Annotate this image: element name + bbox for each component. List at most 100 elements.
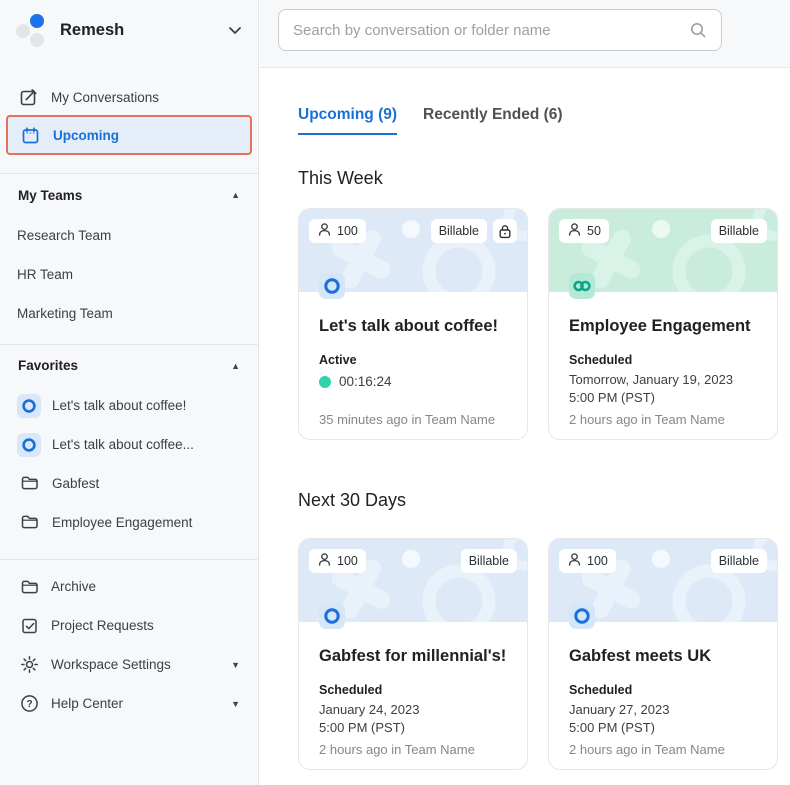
my-teams-section-header[interactable]: My Teams ▲ [0, 174, 258, 216]
schedule-date-line: 5:00 PM (PST) [569, 720, 655, 735]
card-banner: 100 Billable [299, 539, 527, 629]
card-footer: 2 hours ago in Team Name [319, 742, 475, 757]
person-icon [567, 552, 582, 570]
favorites-title: Favorites [18, 358, 79, 373]
remesh-logo-icon [14, 11, 52, 49]
conversation-sections: This Week 100 Billable Let's talk about cof… [298, 168, 778, 770]
schedule-dates: January 24, 2023 5:00 PM (PST) [319, 701, 507, 737]
sidebar-item-archive[interactable]: Archive [0, 567, 258, 606]
sidebar-item-label: Upcoming [53, 127, 119, 143]
chevron-down-icon[interactable] [228, 26, 242, 35]
sidebar-item-upcoming[interactable]: Upcoming [6, 115, 252, 155]
active-dot-icon [319, 375, 331, 388]
folder-icon [20, 512, 39, 534]
participant-count: 100 [337, 224, 358, 238]
sidebar: Remesh My Conversations Upcoming My Teams… [0, 0, 259, 785]
calendar-icon [20, 126, 40, 145]
card-footer: 2 hours ago in Team Name [569, 742, 725, 757]
sidebar-item-workspace-settings[interactable]: Workspace Settings ▼ [0, 645, 258, 684]
sidebar-item-label: My Conversations [51, 89, 160, 105]
collapse-up-icon: ▲ [231, 190, 240, 200]
conversation-icon [17, 393, 41, 418]
search-input[interactable] [293, 21, 689, 39]
card-grid: 100 Billable Let's talk about coffee! Activ… [298, 208, 778, 440]
expand-down-icon: ▼ [231, 659, 240, 670]
sidebar-item-help-center[interactable]: ? Help Center ▼ [0, 684, 258, 723]
primary-nav: My Conversations Upcoming [0, 82, 258, 155]
team-label: HR Team [17, 267, 74, 282]
team-label: Research Team [17, 228, 112, 243]
team-item[interactable]: HR Team [0, 255, 258, 294]
person-icon [317, 222, 332, 240]
folder-icon [18, 577, 40, 596]
card-body: Let's talk about coffee! Active 00:16:24 [299, 316, 527, 389]
conversation-card[interactable]: 100 Billable Gabfest meets UK Scheduled Janu… [548, 538, 778, 770]
card-body: Employee Engagement Scheduled Tomorrow, Ja… [549, 316, 777, 407]
favorite-item[interactable]: Employee Engagement [0, 503, 258, 542]
favorites-section-header[interactable]: Favorites ▲ [0, 345, 258, 386]
my-teams-list: Research Team HR Team Marketing Team [0, 216, 258, 333]
favorite-item[interactable]: Let's talk about coffee! [0, 386, 258, 425]
card-status: Scheduled [569, 683, 633, 697]
conversation-card[interactable]: 100 Billable Let's talk about coffee! Activ… [298, 208, 528, 440]
billable-badge: Billable [430, 219, 487, 243]
card-body: Gabfest for millennial's! Scheduled Januar… [299, 646, 527, 737]
person-icon [317, 552, 332, 570]
person-icon [567, 222, 582, 240]
main-content: Upcoming (9) Recently Ended (6) This Week… [260, 69, 790, 785]
billable-badge: Billable [710, 219, 767, 243]
card-footer: 2 hours ago in Team Name [569, 412, 725, 427]
collapse-up-icon: ▲ [231, 360, 240, 371]
expand-down-icon: ▼ [231, 698, 240, 709]
card-status: Scheduled [319, 683, 383, 697]
conversation-card[interactable]: 50 Billable Employee Engagement Scheduled To… [548, 208, 778, 440]
search-box[interactable] [278, 9, 722, 51]
card-status: Scheduled [569, 353, 633, 367]
ring-icon [319, 603, 345, 629]
project-requests-icon [18, 616, 40, 635]
banner-row: 50 Billable [549, 219, 777, 243]
tab-recently-ended-6-[interactable]: Recently Ended (6) [423, 106, 563, 135]
compose-icon [18, 88, 38, 107]
top-header [260, 0, 790, 68]
participant-count: 100 [337, 554, 358, 568]
sidebar-footer-nav: Archive Project Requests Workspace Setting… [0, 567, 258, 723]
billable-badge: Billable [460, 549, 517, 573]
card-footer: 35 minutes ago in Team Name [319, 412, 496, 427]
help-icon: ? [18, 694, 40, 713]
timer-value: 00:16:24 [339, 374, 392, 389]
tab-upcoming-9-[interactable]: Upcoming (9) [298, 106, 398, 135]
favorite-label: Gabfest [52, 476, 100, 491]
card-status: Active [319, 353, 357, 367]
svg-text:?: ? [26, 699, 32, 710]
folder-icon [20, 473, 39, 495]
card-banner: 50 Billable [549, 209, 777, 299]
team-item[interactable]: Marketing Team [0, 294, 258, 333]
workspace-switcher[interactable]: Remesh [0, 0, 258, 60]
section-heading: Next 30 Days [298, 490, 407, 510]
conversation-card[interactable]: 100 Billable Gabfest for millennial's! Sche… [298, 538, 528, 770]
schedule-dates: Tomorrow, January 19, 2023 5:00 PM (PST) [569, 371, 757, 407]
infinity-icon [569, 273, 595, 299]
card-body: Gabfest meets UK Scheduled January 27, 202… [549, 646, 777, 737]
card-title: Gabfest for millennial's! [319, 647, 507, 665]
card-banner: 100 Billable [299, 209, 527, 299]
schedule-date-line: 5:00 PM (PST) [319, 720, 405, 735]
card-title: Let's talk about coffee! [319, 317, 499, 335]
sidebar-item-label: Project Requests [51, 618, 154, 633]
participant-count-pill: 100 [309, 219, 366, 243]
banner-row: 100 Billable [299, 549, 527, 573]
sidebar-item-my-conversations[interactable]: My Conversations [0, 82, 258, 112]
sidebar-item-label: Help Center [51, 696, 124, 711]
team-item[interactable]: Research Team [0, 216, 258, 255]
banner-row: 100 Billable [299, 219, 527, 243]
card-title: Employee Engagement [569, 317, 751, 335]
favorite-label: Employee Engagement [52, 515, 193, 530]
sidebar-item-label: Archive [51, 579, 97, 594]
participant-count-pill: 100 [309, 549, 366, 573]
sidebar-item-project-requests[interactable]: Project Requests [0, 606, 258, 645]
favorite-item[interactable]: Let's talk about coffee... [0, 425, 258, 464]
favorite-label: Let's talk about coffee... [52, 437, 194, 452]
favorite-item[interactable]: Gabfest [0, 464, 258, 503]
participant-count-pill: 50 [559, 219, 609, 243]
